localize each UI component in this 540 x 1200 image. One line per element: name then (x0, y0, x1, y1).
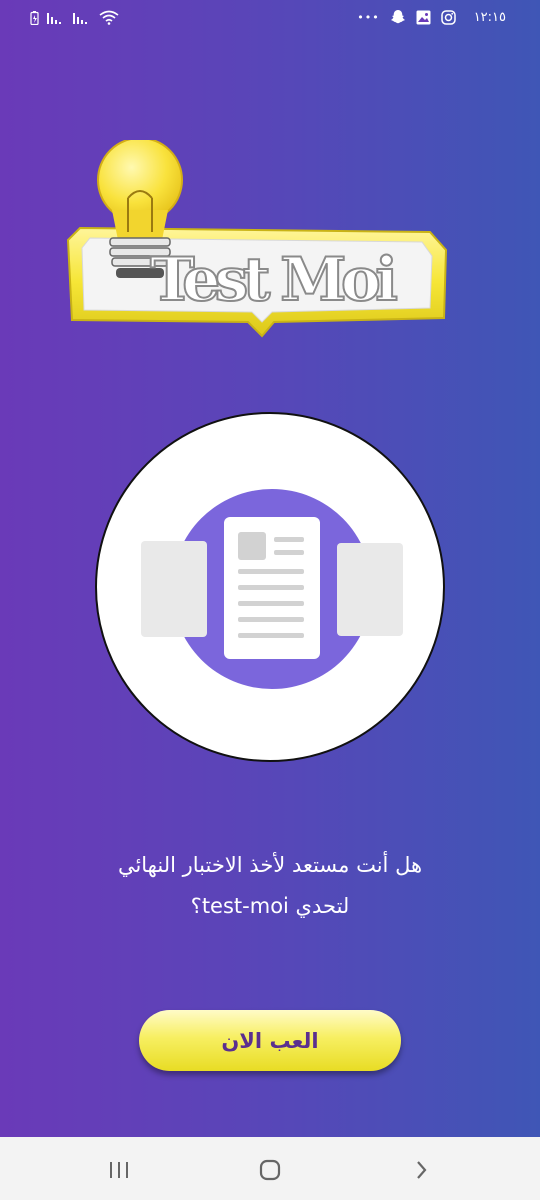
home-icon (259, 1159, 281, 1181)
prompt-text: هل أنت مستعد لأخذ الاختبار النهائي لتحدي… (40, 845, 500, 927)
back-button[interactable] (401, 1155, 441, 1185)
wifi-icon (99, 10, 119, 25)
signal-icon (47, 12, 61, 24)
status-right-icons: ••• ١٢:١٥ (357, 9, 506, 25)
instagram-icon (440, 9, 456, 25)
battery-icon (30, 10, 39, 25)
snapchat-icon (390, 10, 405, 24)
navigation-bar (0, 1137, 540, 1200)
app-logo-text: Test Moi (150, 245, 400, 315)
back-icon (417, 1161, 427, 1179)
status-left-icons (30, 10, 119, 25)
illustration-circle (95, 412, 445, 762)
recent-apps-icon (110, 1162, 128, 1178)
prompt-line-2: لتحدي test-moi؟ (190, 894, 350, 918)
document-pages-icon (141, 489, 403, 689)
status-bar: ••• ١٢:١٥ (0, 0, 540, 38)
home-button[interactable] (250, 1155, 290, 1185)
more-notifications-icon: ••• (357, 10, 380, 24)
app-logo: Test Moi (66, 140, 448, 338)
gallery-icon (416, 10, 431, 24)
clock: ١٢:١٥ (473, 9, 506, 25)
play-now-button[interactable]: العب الان (139, 1010, 401, 1071)
recent-apps-button[interactable] (99, 1155, 139, 1185)
signal-icon (73, 12, 87, 24)
prompt-line-1: هل أنت مستعد لأخذ الاختبار النهائي (117, 853, 423, 877)
